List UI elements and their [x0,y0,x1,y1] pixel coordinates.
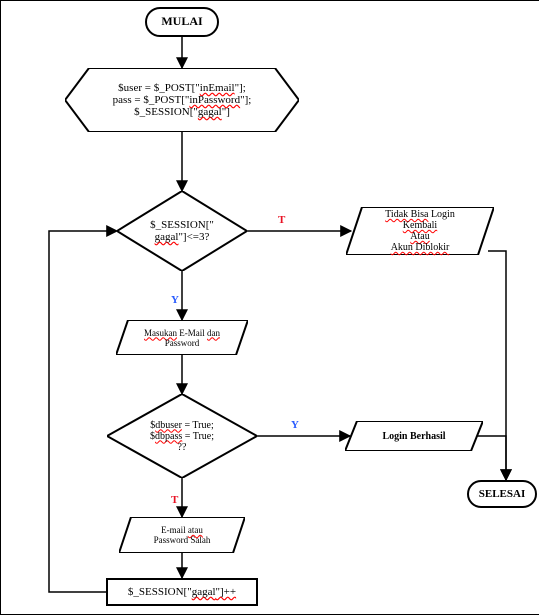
start-terminator: MULAI [145,7,219,37]
process-counter-text: $_SESSION["gagal"]++ [128,586,236,599]
decision1-text: $_SESSION[" gagal"]<=3? [117,191,247,271]
end-terminator: SELESAI [467,480,537,508]
io-input-credentials: Masukan E-Mail dan Password [116,320,248,355]
io-login-success: Login Berhasil [345,421,483,451]
process-counter: $_SESSION["gagal"]++ [106,578,258,606]
edge-label-d2-T: T [171,494,178,506]
decision-db-check: $dbuser = True; $dbpass = True; ?? [107,394,257,478]
decision-session-gagal: $_SESSION[" gagal"]<=3? [117,191,247,271]
io-blocked-text: Tidak Bisa Login Kembali Atau Akun Diblo… [346,207,494,255]
io-blocked: Tidak Bisa Login Kembali Atau Akun Diblo… [346,207,494,255]
io-input-text: Masukan E-Mail dan Password [116,320,248,355]
edge-label-d2-Y: Y [291,419,299,431]
io-success-text: Login Berhasil [345,421,483,451]
edge-label-d1-Y: Y [171,294,179,306]
init-preparation: $user = $_POST["inEmail"]; pass = $_POST… [65,68,299,132]
end-label: SELESAI [479,488,525,501]
edge-label-d1-T: T [278,214,285,226]
io-login-fail: E-mail atau Password Salah [119,517,245,553]
io-fail-text: E-mail atau Password Salah [119,517,245,553]
start-label: MULAI [161,15,202,29]
flowchart-canvas: MULAI $user = $_POST["inEmail"]; pass = … [0,0,539,615]
decision2-text: $dbuser = True; $dbpass = True; ?? [107,394,257,478]
init-text: $user = $_POST["inEmail"]; pass = $_POST… [65,68,299,132]
